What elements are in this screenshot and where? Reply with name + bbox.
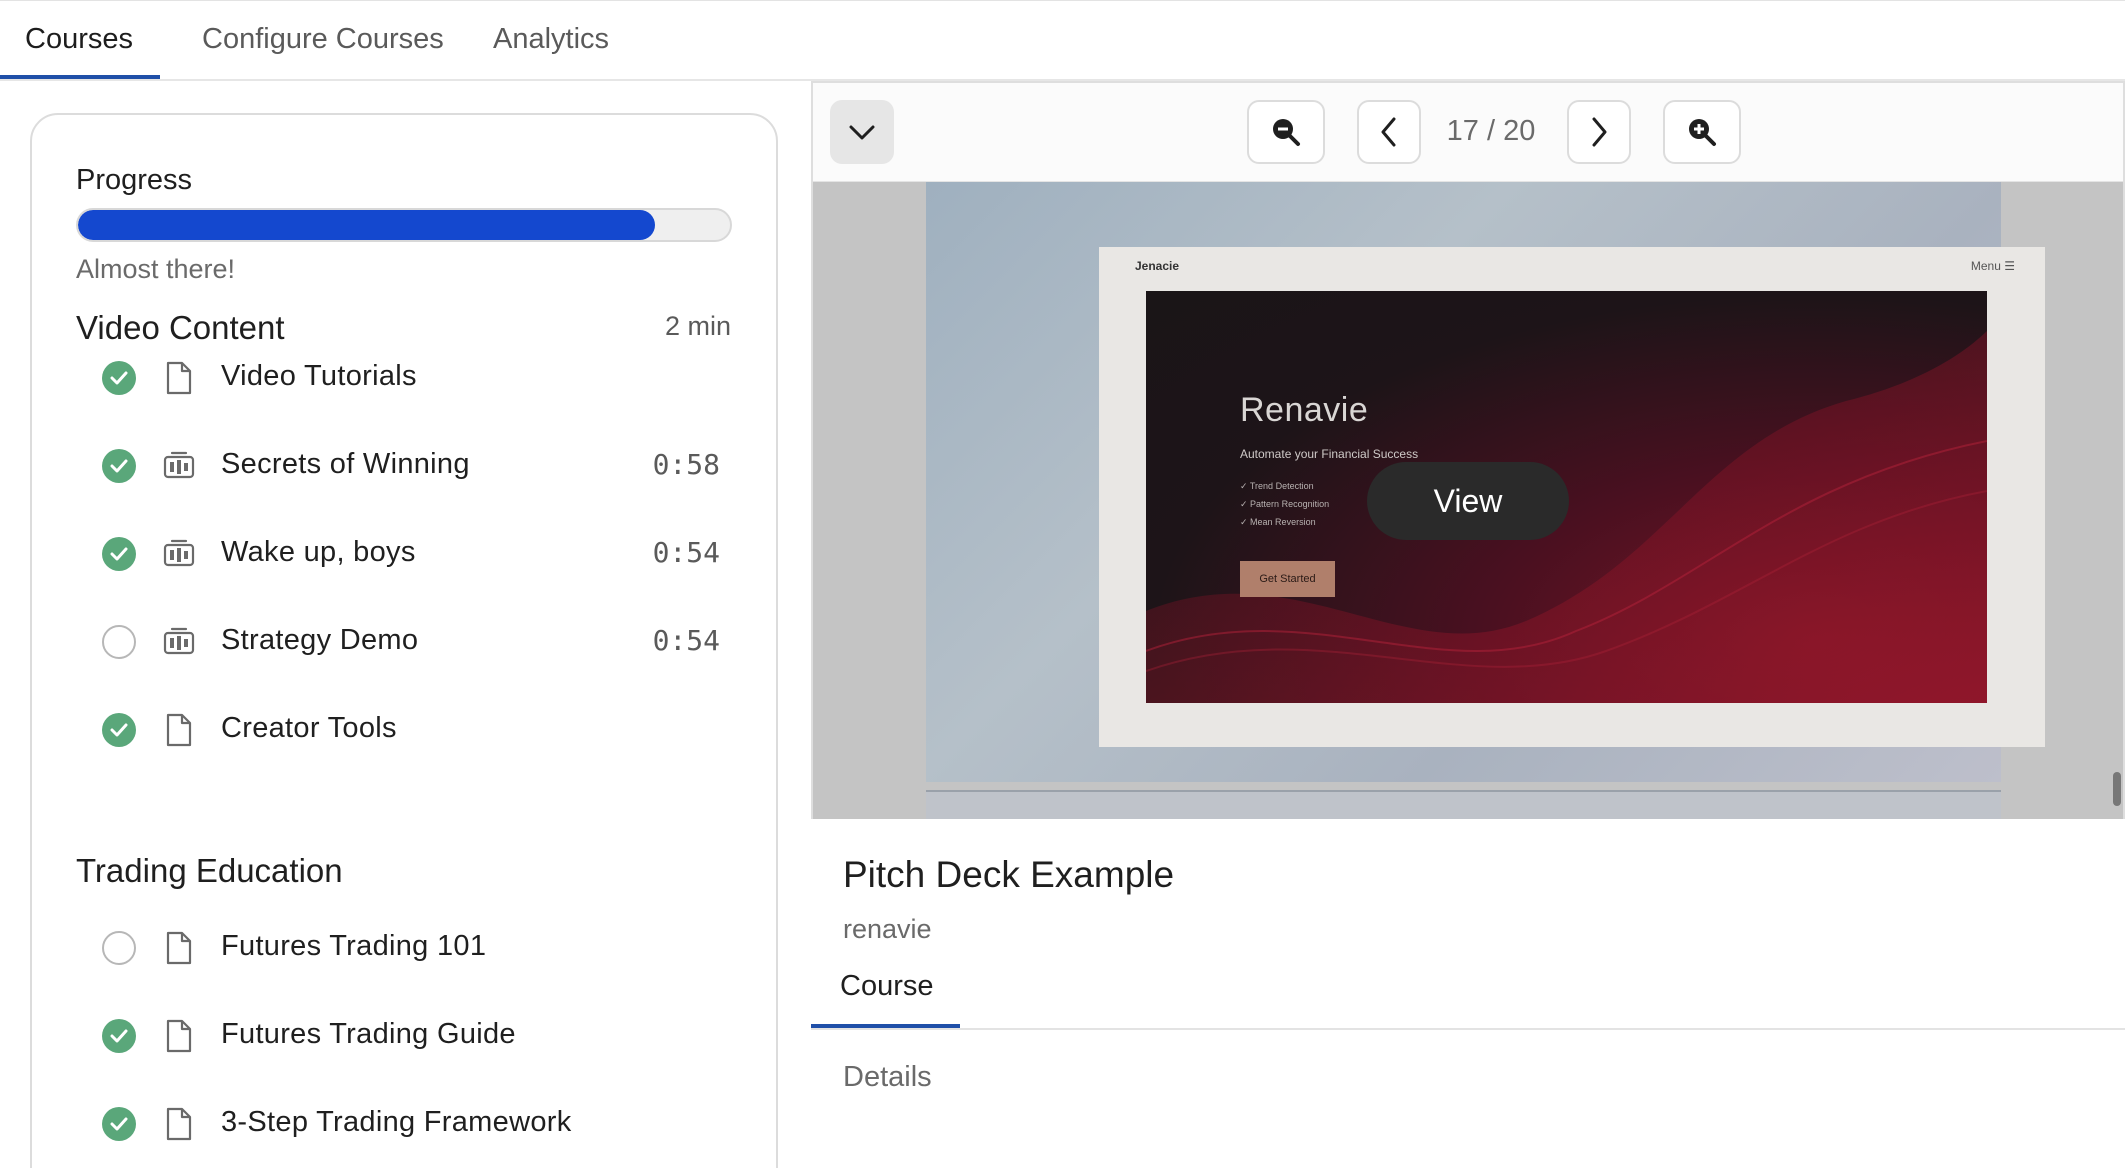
document-tab-bar: Course <box>811 960 2125 1030</box>
lesson-row[interactable]: Futures Trading 101 <box>100 920 720 976</box>
chevron-right-icon <box>1592 117 1607 147</box>
document-title: Pitch Deck Example <box>843 854 1175 895</box>
lesson-row[interactable]: Strategy Demo 0:54 <box>100 614 720 670</box>
lesson-title: Futures Trading 101 <box>221 930 487 962</box>
collapse-button[interactable] <box>830 100 894 164</box>
slide-hero-subtitle: Automate your Financial Success <box>1240 447 1419 461</box>
chevron-down-icon <box>849 125 875 140</box>
slide-hero-title: Renavie <box>1240 391 1369 429</box>
document-author: renavie <box>843 914 932 944</box>
lesson-duration: 0:58 <box>652 448 720 481</box>
section-title-trading-education: Trading Education <box>76 852 343 889</box>
lesson-row[interactable]: Futures Trading Guide <box>100 1008 720 1064</box>
checkmark-icon <box>110 723 128 737</box>
document-viewer: Jenacie Menu ☰ Renavie Automate your Fin… <box>811 81 2125 819</box>
viewer-scrollbar[interactable] <box>2113 772 2121 806</box>
completed-check-icon[interactable] <box>102 713 136 747</box>
section-duration: 2 min <box>664 311 731 341</box>
lesson-row[interactable]: Secrets of Winning 0:58 <box>100 438 720 494</box>
lesson-title: 3-Step Trading Framework <box>221 1106 572 1138</box>
lesson-row[interactable]: Wake up, boys 0:54 <box>100 526 720 582</box>
slide-feature: ✓ Mean Reversion <box>1240 517 1316 527</box>
completed-check-icon[interactable] <box>102 449 136 483</box>
checkmark-icon <box>110 459 128 473</box>
next-page-button[interactable] <box>1567 100 1631 164</box>
next-slide-edge <box>926 790 2001 819</box>
top-tab-bar: Courses Configure Courses Analytics <box>0 0 2125 81</box>
page-indicator: 17 / 20 <box>1446 115 1536 147</box>
lesson-duration: 0:54 <box>652 624 720 657</box>
details-heading: Details <box>843 1061 932 1093</box>
checkmark-icon <box>110 1117 128 1131</box>
tab-configure-courses[interactable]: Configure Courses <box>202 23 444 56</box>
completed-check-icon[interactable] <box>102 1019 136 1053</box>
progress-message: Almost there! <box>76 254 236 284</box>
slide-preview[interactable]: Jenacie Menu ☰ Renavie Automate your Fin… <box>813 182 2123 819</box>
lesson-title: Strategy Demo <box>221 624 419 656</box>
video-icon <box>162 448 196 484</box>
document-icon <box>162 1106 196 1142</box>
incomplete-circle-icon[interactable] <box>102 625 136 659</box>
checkmark-icon <box>110 371 128 385</box>
previous-page-button[interactable] <box>1357 100 1421 164</box>
lesson-title: Secrets of Winning <box>221 448 470 480</box>
incomplete-circle-icon[interactable] <box>102 931 136 965</box>
slide-website-mockup: Jenacie Menu ☰ Renavie Automate your Fin… <box>1099 247 2045 747</box>
document-icon <box>162 712 196 748</box>
checkmark-icon <box>110 547 128 561</box>
slide-menu-label: Menu ☰ <box>1970 259 2015 273</box>
zoom-in-button[interactable] <box>1663 100 1741 164</box>
lesson-row[interactable]: Creator Tools <box>100 702 720 758</box>
active-tab-indicator <box>811 1024 960 1028</box>
zoom-in-icon <box>1689 119 1716 146</box>
lesson-row[interactable]: 3-Step Trading Framework <box>100 1096 720 1152</box>
lesson-title: Creator Tools <box>221 712 397 744</box>
document-icon <box>162 1018 196 1054</box>
checkmark-icon <box>110 1029 128 1043</box>
completed-check-icon[interactable] <box>102 537 136 571</box>
document-icon <box>162 360 196 396</box>
tab-analytics[interactable]: Analytics <box>493 23 609 56</box>
tab-courses[interactable]: Courses <box>25 23 133 56</box>
slide-feature: ✓ Trend Detection <box>1240 481 1314 491</box>
slide-feature: ✓ Pattern Recognition <box>1240 499 1330 509</box>
completed-check-icon[interactable] <box>102 361 136 395</box>
zoom-out-button[interactable] <box>1247 100 1325 164</box>
video-icon <box>162 536 196 572</box>
slide-cta-button: Get Started <box>1240 561 1335 597</box>
lesson-duration: 0:54 <box>652 536 720 569</box>
view-button[interactable]: View <box>1367 462 1569 540</box>
lesson-title: Futures Trading Guide <box>221 1018 516 1050</box>
lesson-row[interactable]: Video Tutorials <box>100 350 720 406</box>
chevron-left-icon <box>1381 117 1396 147</box>
completed-check-icon[interactable] <box>102 1107 136 1141</box>
zoom-out-icon <box>1273 119 1300 146</box>
progress-bar <box>76 208 732 242</box>
progress-label: Progress <box>76 164 193 196</box>
section-title-video-content: Video Content <box>76 309 285 346</box>
document-icon <box>162 930 196 966</box>
slide-logo: Jenacie <box>1135 259 1180 273</box>
lesson-title: Wake up, boys <box>221 536 416 568</box>
tab-course[interactable]: Course <box>840 970 934 1003</box>
active-tab-indicator <box>0 75 160 79</box>
progress-bar-fill <box>78 210 656 240</box>
lesson-title: Video Tutorials <box>221 360 417 392</box>
video-icon <box>162 624 196 660</box>
